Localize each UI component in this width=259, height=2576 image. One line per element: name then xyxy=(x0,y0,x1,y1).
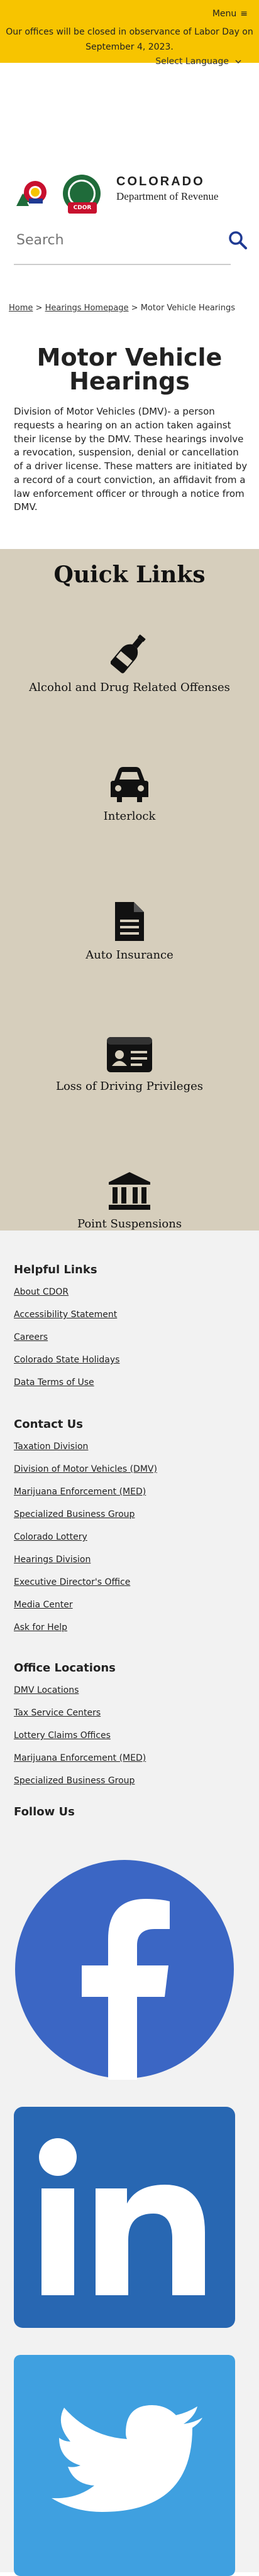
quick-links-section: Quick Links Alcohol and Drug Related Off… xyxy=(0,549,259,1231)
footer-link[interactable]: Media Center xyxy=(14,1600,73,1610)
logo-line1: COLORADO xyxy=(116,175,205,188)
quick-link-label: Loss of Driving Privileges xyxy=(56,1080,203,1093)
alert-bar: Menu ≡ Our offices will be closed in obs… xyxy=(0,0,259,63)
logo-line2: Department of Revenue xyxy=(116,190,219,202)
chevron-down-icon xyxy=(235,60,241,64)
quick-link-alcohol[interactable]: Alcohol and Drug Related Offenses xyxy=(0,631,259,694)
follow-us-title: Follow Us xyxy=(14,1805,75,1818)
quick-link-label: Interlock xyxy=(103,810,156,823)
search-underline xyxy=(14,264,231,265)
quick-link-auto-insurance[interactable]: Auto Insurance xyxy=(0,901,259,962)
office-locations-title: Office Locations xyxy=(14,1661,116,1675)
search-input[interactable] xyxy=(16,232,218,248)
search-bar xyxy=(0,230,259,265)
quick-link-label: Auto Insurance xyxy=(85,948,174,962)
intro-paragraph: Division of Motor Vehicles (DMV)- a pers… xyxy=(14,406,248,513)
footer-link[interactable]: Tax Service Centers xyxy=(14,1708,101,1718)
footer-link[interactable]: Marijuana Enforcement (MED) xyxy=(14,1487,146,1497)
linkedin-icon[interactable] xyxy=(14,2107,235,2328)
colorado-logo-icon xyxy=(16,181,47,206)
contact-us-title: Contact Us xyxy=(14,1418,84,1431)
footer-link[interactable]: Executive Director's Office xyxy=(14,1577,130,1587)
breadcrumb-home-link[interactable]: Home xyxy=(9,303,33,313)
page-title: Motor Vehicle Hearings xyxy=(0,345,259,393)
footer-link[interactable]: Colorado State Holidays xyxy=(14,1355,119,1365)
search-icon[interactable] xyxy=(228,230,248,250)
quick-link-point-suspensions[interactable]: Point Suspensions xyxy=(0,1171,259,1231)
quick-link-label: Alcohol and Drug Related Offenses xyxy=(29,681,230,694)
menu-label: Menu xyxy=(212,9,237,19)
closure-alert: Our offices will be closed in observance… xyxy=(6,27,253,52)
footer-link[interactable]: Specialized Business Group xyxy=(14,1776,135,1786)
twitter-icon[interactable] xyxy=(14,2355,235,2576)
footer-link[interactable]: Taxation Division xyxy=(14,1442,88,1452)
breadcrumb-current: Motor Vehicle Hearings xyxy=(140,303,235,313)
quick-links-title: Quick Links xyxy=(53,562,206,588)
breadcrumb-separator: > xyxy=(35,303,43,313)
language-label: Select Language xyxy=(155,57,229,67)
facebook-icon[interactable] xyxy=(14,1859,235,2080)
footer-link[interactable]: Specialized Business Group xyxy=(14,1509,135,1519)
footer-link[interactable]: About CDOR xyxy=(14,1287,69,1297)
breadcrumb-separator: > xyxy=(131,303,138,313)
document-icon xyxy=(115,902,144,941)
footer-link[interactable]: Ask for Help xyxy=(14,1622,67,1633)
footer-link[interactable]: DMV Locations xyxy=(14,1685,79,1695)
logo-block[interactable]: CDOR COLORADO Department of Revenue xyxy=(0,170,259,220)
page-title-line2: Hearings xyxy=(69,367,190,395)
car-icon xyxy=(111,767,148,802)
language-select[interactable]: Select Language xyxy=(155,57,241,67)
footer-link[interactable]: Marijuana Enforcement (MED) xyxy=(14,1753,146,1763)
quick-link-interlock[interactable]: Interlock xyxy=(0,766,259,823)
helpful-links-title: Helpful Links xyxy=(14,1263,97,1276)
cdor-badge: CDOR xyxy=(68,202,97,214)
footer-link[interactable]: Data Terms of Use xyxy=(14,1378,94,1388)
site-footer: Helpful Links About CDOR Accessibility S… xyxy=(0,1231,259,2576)
breadcrumb-hearings-link[interactable]: Hearings Homepage xyxy=(45,303,129,313)
hamburger-icon: ≡ xyxy=(240,9,248,19)
bottle-icon xyxy=(111,634,146,673)
menu-button[interactable]: Menu ≡ xyxy=(212,9,248,19)
breadcrumb: Home > Hearings Homepage > Motor Vehicle… xyxy=(9,303,235,313)
footer-link[interactable]: Hearings Division xyxy=(14,1555,91,1565)
quick-link-label: Point Suspensions xyxy=(77,1217,182,1231)
id-card-icon xyxy=(107,1037,152,1072)
logo-text: COLORADO Department of Revenue xyxy=(116,175,242,203)
courthouse-icon xyxy=(109,1172,150,1210)
footer-link[interactable]: Careers xyxy=(14,1332,48,1342)
footer-link[interactable]: Lottery Claims Offices xyxy=(14,1731,111,1741)
footer-link[interactable]: Accessibility Statement xyxy=(14,1310,117,1320)
quick-link-loss-privileges[interactable]: Loss of Driving Privileges xyxy=(0,1036,259,1093)
footer-link[interactable]: Colorado Lottery xyxy=(14,1532,87,1542)
footer-link[interactable]: Division of Motor Vehicles (DMV) xyxy=(14,1464,157,1474)
